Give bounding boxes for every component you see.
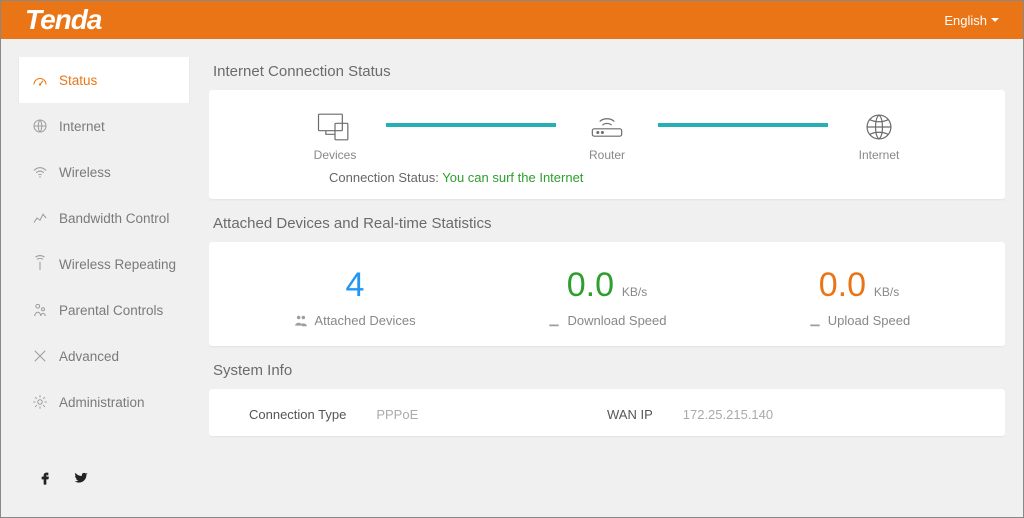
stat-upload: 0.0 KB/s Upload Speed — [733, 266, 985, 328]
connection-status-value: You can surf the Internet — [442, 170, 583, 185]
sidebar-item-wireless[interactable]: Wireless — [19, 149, 189, 195]
stats-card: 4 Attached Devices 0.0 KB/s Download Spe… — [209, 242, 1005, 346]
section-title-connection: Internet Connection Status — [213, 63, 1005, 80]
sidebar-item-advanced[interactable]: Advanced — [19, 333, 189, 379]
top-bar: Tenda English — [1, 1, 1023, 39]
upload-icon — [808, 314, 822, 328]
tools-icon — [31, 347, 49, 365]
stat-upload-label: Upload Speed — [828, 313, 910, 328]
social-links — [19, 460, 189, 499]
users-icon — [294, 314, 308, 328]
topology-devices-label: Devices — [314, 148, 357, 162]
sidebar-item-administration[interactable]: Administration — [19, 379, 189, 425]
sidebar-item-internet[interactable]: Internet — [19, 103, 189, 149]
topology-link-2 — [658, 123, 828, 127]
sidebar: Status Internet Wireless Bandwidth Contr… — [19, 57, 189, 499]
chart-icon — [31, 209, 49, 227]
stat-download-value: 0.0 — [567, 266, 614, 305]
stat-attached-devices[interactable]: 4 Attached Devices — [229, 266, 481, 328]
topology-router-label: Router — [589, 148, 625, 162]
wifi-icon — [31, 163, 49, 181]
topology-diagram: Devices Router Internet — [229, 104, 985, 164]
sysinfo-wan-ip-label: WAN IP — [607, 407, 653, 422]
sysinfo-wan-ip: WAN IP 172.25.215.140 — [607, 407, 965, 422]
topology-devices: Devices — [290, 110, 380, 162]
connection-status-card: Devices Router Internet Connection Statu… — [209, 90, 1005, 199]
language-label: English — [944, 13, 987, 28]
brand-logo: Tenda — [25, 4, 101, 36]
sidebar-item-status[interactable]: Status — [19, 57, 189, 103]
sidebar-item-label: Bandwidth Control — [59, 211, 169, 226]
sidebar-item-repeating[interactable]: Wireless Repeating — [19, 241, 189, 287]
globe-icon — [31, 117, 49, 135]
sidebar-item-parental[interactable]: Parental Controls — [19, 287, 189, 333]
family-icon — [31, 301, 49, 319]
facebook-icon[interactable] — [37, 470, 53, 489]
sidebar-item-bandwidth[interactable]: Bandwidth Control — [19, 195, 189, 241]
sysinfo-card: Connection Type PPPoE WAN IP 172.25.215.… — [209, 389, 1005, 436]
download-icon — [547, 314, 561, 328]
sidebar-item-label: Wireless Repeating — [59, 257, 176, 272]
sidebar-item-label: Parental Controls — [59, 303, 163, 318]
connection-status-label: Connection Status: — [329, 170, 439, 185]
stat-download-unit: KB/s — [622, 285, 647, 299]
sysinfo-conn-type: Connection Type PPPoE — [249, 407, 607, 422]
topology-link-1 — [386, 123, 556, 127]
main-content: Internet Connection Status Devices Route… — [209, 57, 1005, 499]
sysinfo-wan-ip-value: 172.25.215.140 — [683, 407, 773, 422]
sysinfo-conn-type-label: Connection Type — [249, 407, 346, 422]
topology-router: Router — [562, 110, 652, 162]
connection-status-text: Connection Status: You can surf the Inte… — [289, 170, 985, 185]
language-selector[interactable]: English — [944, 13, 999, 28]
topology-internet: Internet — [834, 110, 924, 162]
sidebar-item-label: Wireless — [59, 165, 111, 180]
sysinfo-conn-type-value: PPPoE — [376, 407, 418, 422]
stat-upload-value: 0.0 — [819, 266, 866, 305]
gear-icon — [31, 393, 49, 411]
sidebar-item-label: Administration — [59, 395, 145, 410]
gauge-icon — [31, 71, 49, 89]
section-title-stats: Attached Devices and Real-time Statistic… — [213, 215, 1005, 232]
section-title-sysinfo: System Info — [213, 362, 1005, 379]
stat-download: 0.0 KB/s Download Speed — [481, 266, 733, 328]
sidebar-item-label: Internet — [59, 119, 105, 134]
twitter-icon[interactable] — [73, 470, 89, 489]
sidebar-item-label: Status — [59, 73, 97, 88]
antenna-icon — [31, 255, 49, 273]
topology-internet-label: Internet — [859, 148, 900, 162]
stat-download-label: Download Speed — [567, 313, 666, 328]
sidebar-item-label: Advanced — [59, 349, 119, 364]
stat-attached-label: Attached Devices — [314, 313, 415, 328]
chevron-down-icon — [991, 18, 999, 22]
stat-upload-unit: KB/s — [874, 285, 899, 299]
stat-attached-value: 4 — [346, 266, 365, 305]
